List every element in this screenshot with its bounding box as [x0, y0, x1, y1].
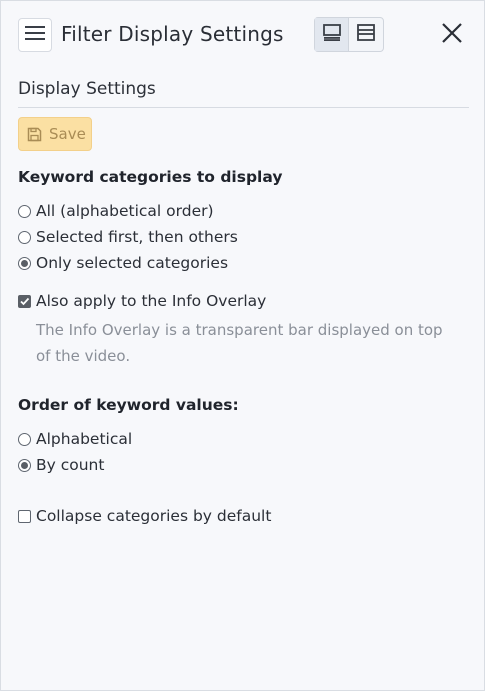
- save-button[interactable]: Save: [18, 117, 92, 151]
- layout-split-button[interactable]: [349, 18, 383, 51]
- panel-header: Filter Display Settings: [1, 1, 484, 69]
- option-only-selected[interactable]: Only selected categories: [18, 254, 228, 272]
- radio-by-count[interactable]: [18, 458, 31, 472]
- section-title: Display Settings: [18, 79, 156, 99]
- close-button[interactable]: [437, 20, 467, 50]
- option-selected-first[interactable]: Selected first, then others: [18, 228, 238, 246]
- close-icon: [441, 22, 463, 48]
- radio-all-alphabetical[interactable]: [18, 204, 31, 218]
- option-apply-info-overlay[interactable]: Also apply to the Info Overlay: [18, 292, 266, 310]
- filter-display-settings-panel: Filter Display Settings Display Settings…: [0, 0, 485, 691]
- checkbox-collapse-categories[interactable]: [18, 509, 31, 523]
- section-divider: [18, 107, 469, 108]
- floppy-disk-icon: [27, 127, 42, 142]
- option-label: Alphabetical: [36, 430, 133, 448]
- option-label: All (alphabetical order): [36, 202, 214, 220]
- option-label: By count: [36, 456, 105, 474]
- panel-title: Filter Display Settings: [61, 22, 284, 46]
- option-label: Collapse categories by default: [36, 507, 272, 525]
- layout-bottom-panel-icon: [322, 24, 341, 45]
- layout-split-icon: [357, 24, 375, 45]
- keyword-order-heading: Order of keyword values:: [18, 396, 239, 414]
- option-label: Also apply to the Info Overlay: [36, 292, 267, 310]
- radio-selected-first[interactable]: [18, 230, 31, 244]
- layout-toggle-group: [314, 17, 384, 52]
- option-by-count[interactable]: By count: [18, 456, 104, 474]
- option-alphabetical[interactable]: Alphabetical: [18, 430, 132, 448]
- option-collapse-categories[interactable]: Collapse categories by default: [18, 507, 271, 525]
- hamburger-menu-icon: [25, 25, 45, 45]
- option-label: Selected first, then others: [36, 228, 238, 246]
- info-overlay-hint: The Info Overlay is a transparent bar di…: [36, 321, 443, 365]
- checkbox-apply-info-overlay[interactable]: [18, 294, 31, 308]
- radio-only-selected[interactable]: [18, 256, 31, 270]
- radio-alphabetical[interactable]: [18, 432, 31, 446]
- save-label: Save: [49, 125, 86, 143]
- menu-button[interactable]: [18, 18, 52, 52]
- option-label: Only selected categories: [36, 254, 229, 272]
- option-all-alphabetical[interactable]: All (alphabetical order): [18, 202, 214, 220]
- keyword-categories-heading: Keyword categories to display: [18, 168, 283, 186]
- layout-bottom-button[interactable]: [315, 18, 349, 51]
